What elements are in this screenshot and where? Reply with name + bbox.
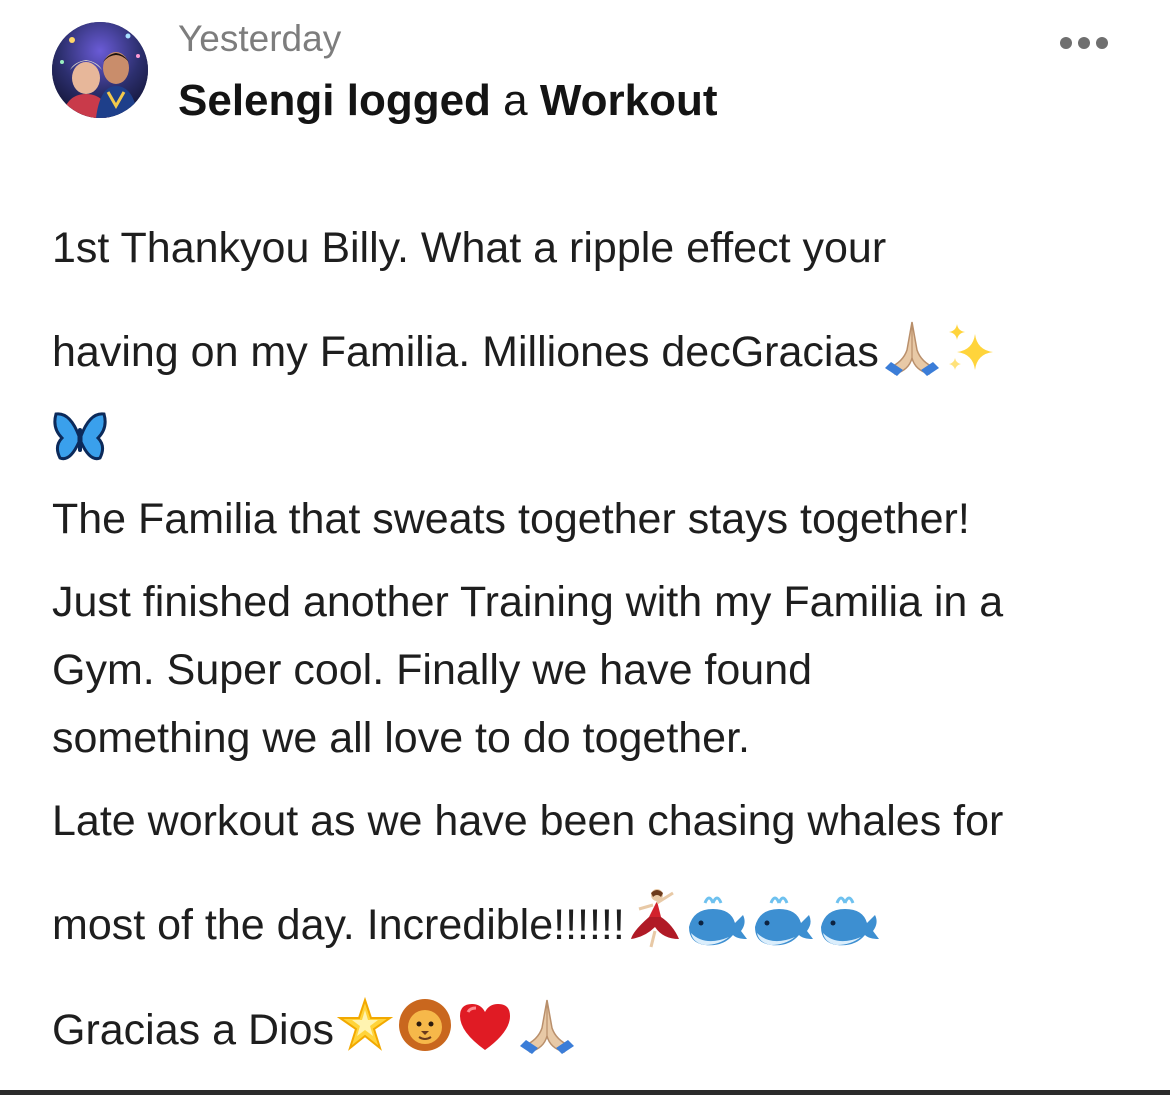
post-text-line: Gym. Super cool. Finally we have found bbox=[52, 646, 813, 694]
post-text-line: something we all love to do together. bbox=[52, 714, 750, 762]
folded-hands-icon bbox=[516, 996, 578, 1054]
post-text-segment: most of the day. Incredible!!!!!! bbox=[52, 901, 625, 949]
author-name[interactable]: Selengi bbox=[178, 76, 335, 125]
spouting-whale-icon bbox=[751, 893, 815, 949]
more-options-button[interactable] bbox=[1054, 28, 1114, 58]
spouting-whale-icon bbox=[817, 893, 881, 949]
post-text-line: most of the day. Incredible!!!!!! bbox=[52, 887, 881, 951]
post-verb: logged bbox=[346, 76, 491, 125]
more-horizontal-icon bbox=[1060, 37, 1072, 49]
post-text-line: having on my Familia. Milliones decGraci… bbox=[52, 318, 1001, 378]
glowing-star-icon bbox=[336, 996, 394, 1054]
avatar[interactable] bbox=[52, 22, 148, 118]
butterfly-icon bbox=[52, 410, 108, 464]
post-text-line: Late workout as we have been chasing wha… bbox=[52, 797, 1004, 845]
post-timestamp: Yesterday bbox=[178, 18, 342, 59]
post-text-line: The Familia that sweats together stays t… bbox=[52, 495, 970, 543]
folded-hands-icon bbox=[881, 318, 943, 376]
post-text-line: Just finished another Training with my F… bbox=[52, 578, 1004, 626]
spouting-whale-icon bbox=[685, 893, 749, 949]
lion-icon bbox=[396, 996, 454, 1054]
post-headline: Selengi logged a Workout bbox=[178, 74, 718, 128]
sparkles-icon bbox=[945, 320, 1001, 376]
post-text-line: Gracias a Dios bbox=[52, 996, 578, 1056]
more-horizontal-icon bbox=[1078, 37, 1090, 49]
user-avatar bbox=[52, 22, 148, 118]
post-text-line: 1st Thankyou Billy. What a ripple effect… bbox=[52, 224, 887, 272]
post-text-segment: Gracias a Dios bbox=[52, 1006, 334, 1054]
activity-type[interactable]: Workout bbox=[540, 76, 718, 125]
more-horizontal-icon bbox=[1096, 37, 1108, 49]
activity-feed-post: Yesterday Selengi logged a Workout 1st T… bbox=[0, 0, 1170, 1095]
post-text-line bbox=[52, 410, 108, 466]
post-text-segment: having on my Familia. Milliones decGraci… bbox=[52, 328, 879, 376]
red-heart-icon bbox=[456, 1000, 514, 1054]
post-article: a bbox=[503, 76, 528, 125]
divider bbox=[0, 1090, 1170, 1095]
dancer-icon bbox=[627, 887, 683, 949]
